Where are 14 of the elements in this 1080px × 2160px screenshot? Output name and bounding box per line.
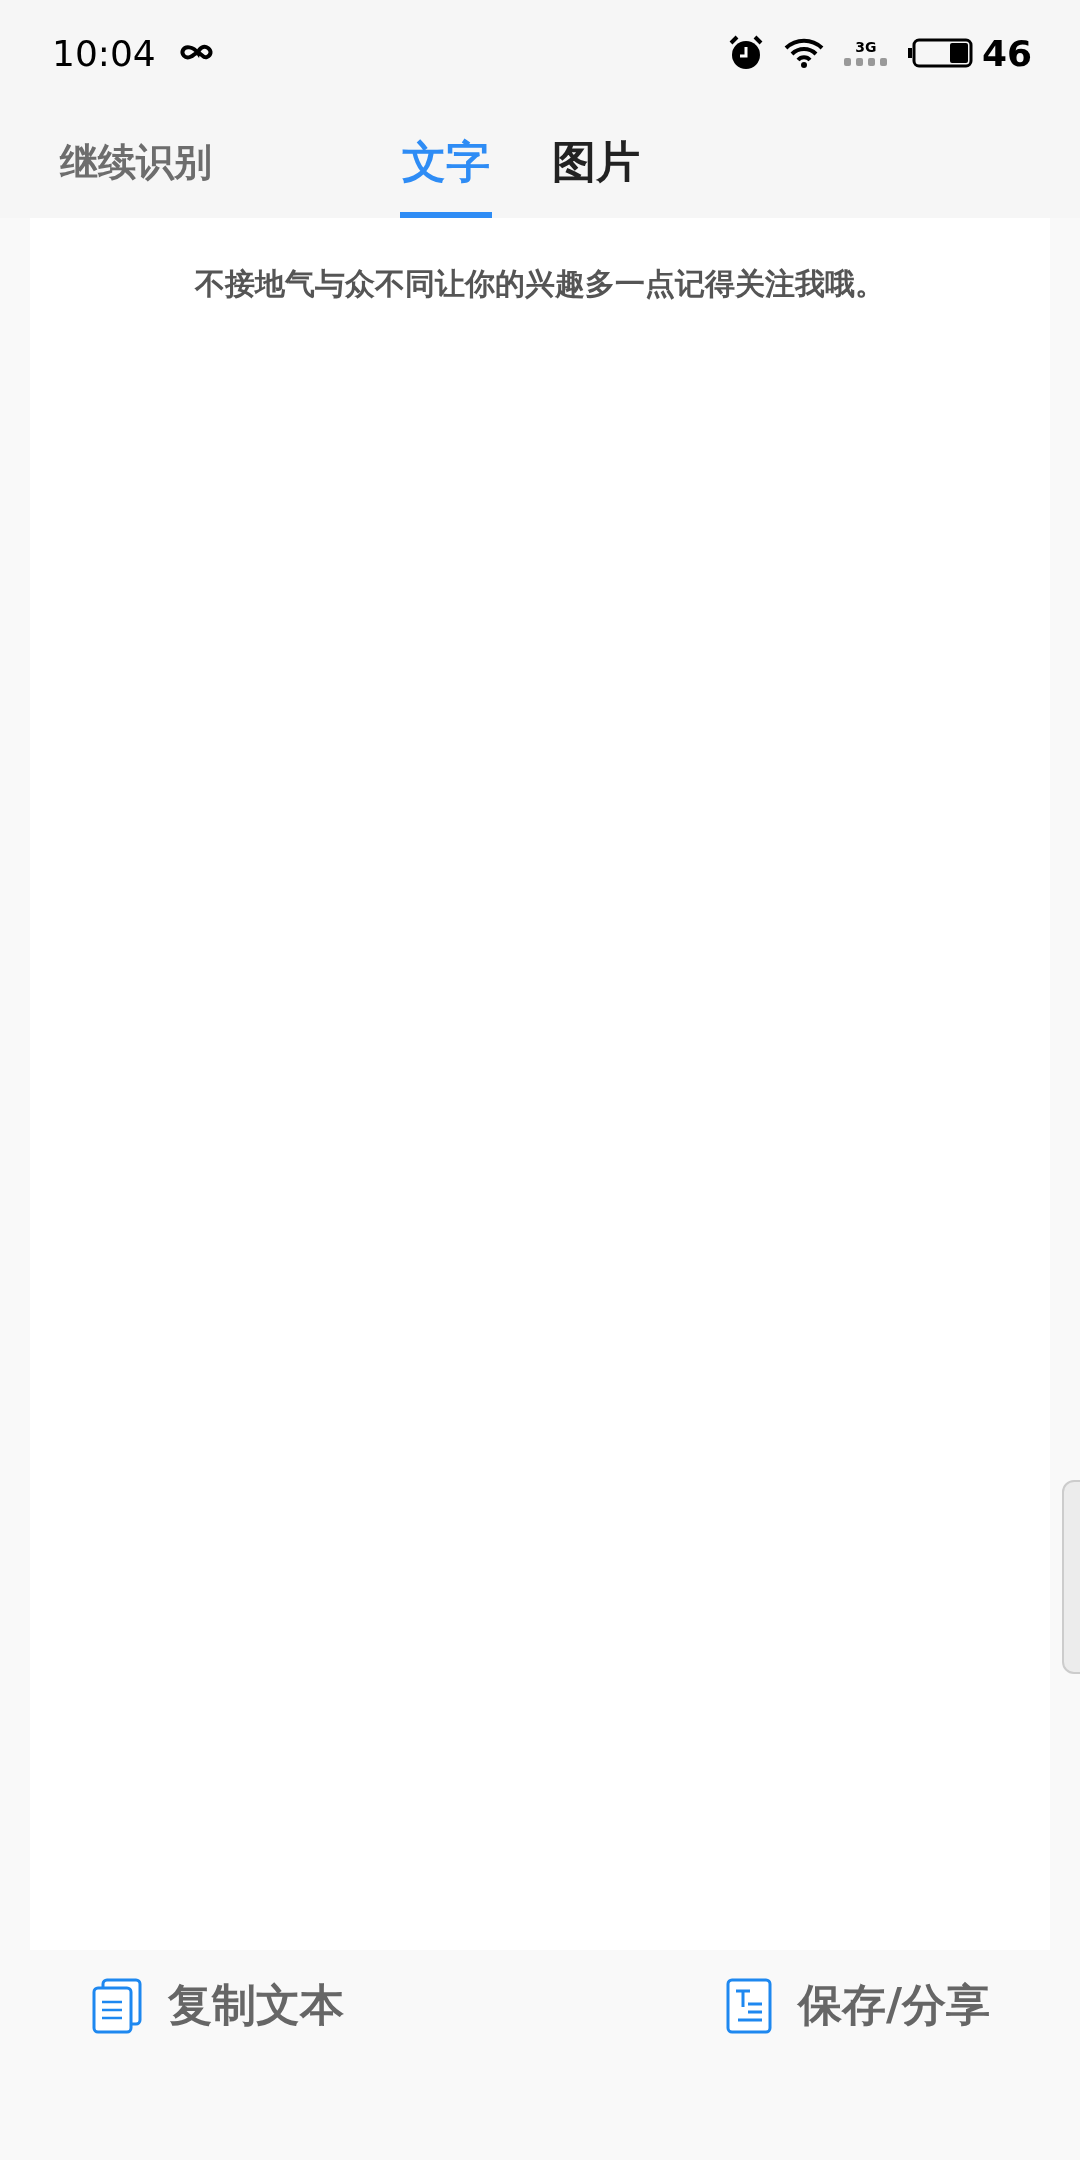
battery-icon <box>907 38 974 68</box>
tab[interactable]: 图片 <box>550 106 642 218</box>
status-time: 10:04 <box>52 32 156 74</box>
save-share-button[interactable]: 保存/分享 <box>725 1976 990 2035</box>
continue-button[interactable]: 继续识别 <box>60 106 400 218</box>
wifi-icon <box>783 38 824 68</box>
signal-icon <box>843 58 888 66</box>
copy-icon <box>92 1977 142 2034</box>
network-type: 3G <box>855 40 877 54</box>
battery-level: 46 <box>981 32 1032 74</box>
alarm-icon <box>727 35 764 71</box>
recognized-text: 不接地气与众不同让你的兴趣多一点记得关注我哦。 <box>195 265 885 303</box>
document-icon <box>725 1977 772 2034</box>
copy-text-button[interactable]: 复制文本 <box>92 1976 344 2035</box>
